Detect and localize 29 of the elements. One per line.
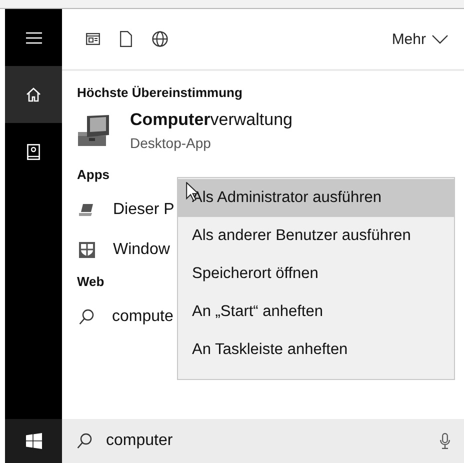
menu-icon [26,32,42,44]
result-subtitle: Desktop-App [130,135,212,151]
menu-item[interactable]: An Taskleiste anheften [178,331,454,369]
more-dropdown[interactable]: Mehr [388,26,452,52]
result-item[interactable]: Window [77,230,170,270]
section-heading: Apps [77,167,110,182]
laptop-icon [79,204,95,216]
menu-item[interactable]: Als anderer Benutzer ausführen [178,217,454,255]
chevron-down-icon [432,34,448,44]
result-item[interactable]: Dieser P [77,190,174,230]
search-icon [79,309,94,325]
document-icon [120,31,132,47]
notebook-icon [27,144,40,160]
microphone-icon [440,433,450,449]
menu-item[interactable]: Speicherort öffnen [178,255,454,293]
section-heading: Höchste Übereinstimmung [77,85,242,100]
result-item[interactable]: Computerverwaltung Desktop-App [77,108,292,163]
globe-icon [152,31,168,47]
shield-icon [79,242,95,258]
window-icon [86,33,100,45]
search-field[interactable]: computer [62,419,464,463]
section-heading: Web [77,274,104,289]
result-title: Computerverwaltung [130,110,292,130]
result-item[interactable]: compute [77,297,174,337]
menu-item[interactable]: An „Start“ anheften [178,293,454,331]
home-icon [26,87,41,102]
windows-logo-icon [26,433,42,449]
search-icon [77,433,92,449]
start-button[interactable] [5,419,62,463]
